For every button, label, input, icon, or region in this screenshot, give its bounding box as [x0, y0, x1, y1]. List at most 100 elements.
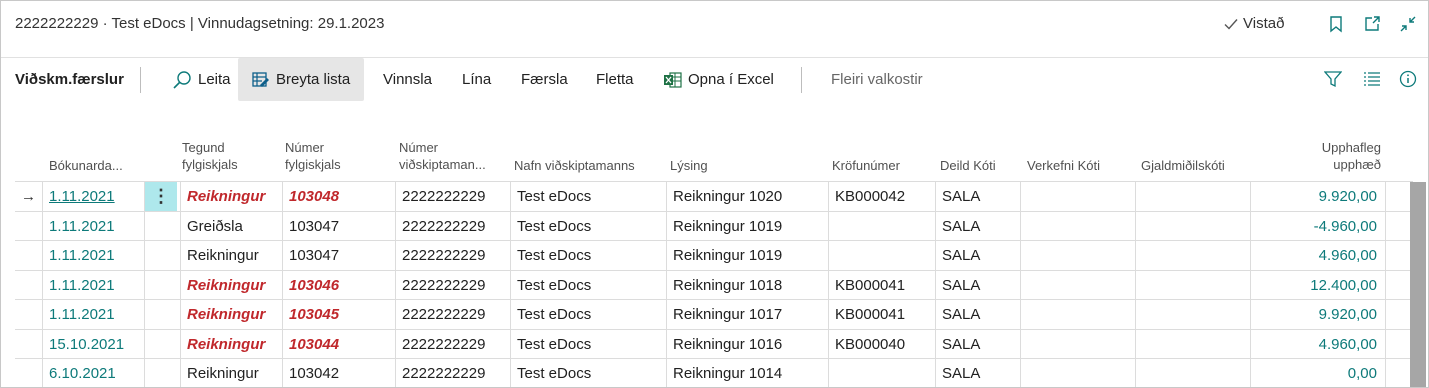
row-menu-cell[interactable] [144, 300, 180, 329]
col-header-doc-type[interactable]: Tegund fylgiskjals [182, 139, 238, 173]
cell-doc[interactable]: 103045 [282, 300, 395, 329]
cell-date[interactable]: 1.11.2021 [42, 182, 144, 211]
table-row[interactable]: 1.11.2021 Reikningur 103046 2222222229 Test … [15, 269, 1413, 300]
cell-doc[interactable]: 103047 [282, 211, 395, 241]
row-menu-cell[interactable] [144, 359, 180, 387]
col-header-customer-name[interactable]: Nafn viðskiptamanns [514, 157, 635, 174]
cell-cust[interactable]: 2222222229 [395, 359, 510, 387]
cell-project[interactable] [1020, 270, 1135, 300]
line-menu[interactable]: Lína [462, 58, 491, 101]
cell-date[interactable]: 15.10.2021 [42, 329, 144, 359]
cell-currency[interactable] [1135, 359, 1250, 387]
row-menu-cell[interactable] [144, 211, 180, 241]
cell-date[interactable]: 1.11.2021 [42, 300, 144, 329]
cell-amount[interactable]: -4.960,00 [1250, 211, 1385, 241]
cell-claim[interactable]: KB000042 [828, 182, 935, 211]
cell-doc[interactable]: 103046 [282, 270, 395, 300]
cell-desc[interactable]: Reikningur 1019 [666, 241, 828, 270]
cell-project[interactable] [1020, 329, 1135, 359]
cell-amount[interactable]: 4.960,00 [1250, 241, 1385, 270]
cell-cust[interactable]: 2222222229 [395, 300, 510, 329]
cell-cust[interactable]: 2222222229 [395, 329, 510, 359]
cell-date[interactable]: 1.11.2021 [42, 211, 144, 241]
cell-dept[interactable]: SALA [935, 329, 1020, 359]
cell-project[interactable] [1020, 300, 1135, 329]
col-header-customer-no[interactable]: Númer viðskiptaman... [399, 139, 486, 173]
cell-amount[interactable]: 4.960,00 [1250, 329, 1385, 359]
cell-name[interactable]: Test eDocs [510, 300, 666, 329]
cell-claim[interactable] [828, 211, 935, 241]
cell-claim[interactable] [828, 241, 935, 270]
cell-project[interactable] [1020, 182, 1135, 211]
cell-amount[interactable]: 9.920,00 [1250, 182, 1385, 211]
cell-project[interactable] [1020, 211, 1135, 241]
col-header-currency[interactable]: Gjaldmiðilskóti [1141, 157, 1225, 174]
cell-amount[interactable]: 12.400,00 [1250, 270, 1385, 300]
col-header-description[interactable]: Lýsing [670, 157, 708, 174]
row-menu-cell[interactable]: ⋮ [144, 182, 180, 211]
cell-type[interactable]: Greiðsla [180, 211, 282, 241]
cell-name[interactable]: Test eDocs [510, 241, 666, 270]
cell-desc[interactable]: Reikningur 1018 [666, 270, 828, 300]
row-menu-cell[interactable] [144, 241, 180, 270]
more-options-button[interactable]: Fleiri valkostir [831, 58, 923, 101]
cell-claim[interactable] [828, 359, 935, 387]
cell-desc[interactable]: Reikningur 1016 [666, 329, 828, 359]
cell-cust[interactable]: 2222222229 [395, 182, 510, 211]
col-header-department[interactable]: Deild Kóti [940, 157, 996, 174]
table-row[interactable]: 15.10.2021 Reikningur 103044 2222222229 Test… [15, 328, 1413, 359]
cell-doc[interactable]: 103042 [282, 359, 395, 387]
cell-desc[interactable]: Reikningur 1014 [666, 359, 828, 387]
col-header-doc-no[interactable]: Númer fylgiskjals [285, 139, 341, 173]
cell-dept[interactable]: SALA [935, 211, 1020, 241]
cell-currency[interactable] [1135, 329, 1250, 359]
process-menu[interactable]: Vinnsla [383, 58, 432, 101]
cell-type[interactable]: Reikningur [180, 329, 282, 359]
cell-currency[interactable] [1135, 241, 1250, 270]
navigate-menu[interactable]: Fletta [596, 58, 634, 101]
cell-name[interactable]: Test eDocs [510, 182, 666, 211]
cell-dept[interactable]: SALA [935, 359, 1020, 387]
cell-desc[interactable]: Reikningur 1017 [666, 300, 828, 329]
open-in-excel-button[interactable]: Opna í Excel [664, 58, 774, 101]
cell-project[interactable] [1020, 241, 1135, 270]
cell-claim[interactable]: KB000040 [828, 329, 935, 359]
cell-name[interactable]: Test eDocs [510, 329, 666, 359]
cell-cust[interactable]: 2222222229 [395, 241, 510, 270]
cell-desc[interactable]: Reikningur 1020 [666, 182, 828, 211]
cell-doc[interactable]: 103048 [282, 182, 395, 211]
entry-menu[interactable]: Færsla [521, 58, 568, 101]
col-header-posting-date[interactable]: Bókunarda... [49, 157, 123, 174]
search-button[interactable]: Leita [172, 58, 231, 101]
cell-type[interactable]: Reikningur [180, 241, 282, 270]
table-row[interactable]: 1.11.2021 Reikningur 103045 2222222229 Test … [15, 299, 1413, 329]
cell-type[interactable]: Reikningur [180, 359, 282, 387]
cell-type[interactable]: Reikningur [180, 300, 282, 329]
vertical-scrollbar[interactable] [1410, 182, 1426, 387]
cell-name[interactable]: Test eDocs [510, 270, 666, 300]
cell-date[interactable]: 1.11.2021 [42, 241, 144, 270]
list-view-icon[interactable] [1363, 71, 1381, 87]
cell-name[interactable]: Test eDocs [510, 211, 666, 241]
table-row[interactable]: 6.10.2021 Reikningur 103042 2222222229 Test … [15, 358, 1413, 387]
filter-icon[interactable] [1324, 70, 1342, 88]
cell-doc[interactable]: 103047 [282, 241, 395, 270]
cell-amount[interactable]: 9.920,00 [1250, 300, 1385, 329]
cell-dept[interactable]: SALA [935, 182, 1020, 211]
cell-cust[interactable]: 2222222229 [395, 211, 510, 241]
cell-type[interactable]: Reikningur [180, 182, 282, 211]
cell-name[interactable]: Test eDocs [510, 359, 666, 387]
cell-date[interactable]: 6.10.2021 [42, 359, 144, 387]
cell-type[interactable]: Reikningur [180, 270, 282, 300]
col-header-original-amount[interactable]: Upphafleg upphæð [1291, 139, 1381, 173]
open-new-window-icon[interactable] [1363, 15, 1381, 33]
cell-dept[interactable]: SALA [935, 270, 1020, 300]
edit-list-button[interactable]: Breyta lista [238, 58, 365, 101]
cell-cust[interactable]: 2222222229 [395, 270, 510, 300]
info-icon[interactable] [1399, 70, 1417, 88]
row-menu-cell[interactable] [144, 270, 180, 300]
col-header-project[interactable]: Verkefni Kóti [1027, 157, 1100, 174]
more-options-icon[interactable]: ⋮ [145, 182, 177, 211]
cell-desc[interactable]: Reikningur 1019 [666, 211, 828, 241]
table-row[interactable]: → 1.11.2021 ⋮ Reikningur 103048 2222222229 Tes… [15, 181, 1413, 211]
